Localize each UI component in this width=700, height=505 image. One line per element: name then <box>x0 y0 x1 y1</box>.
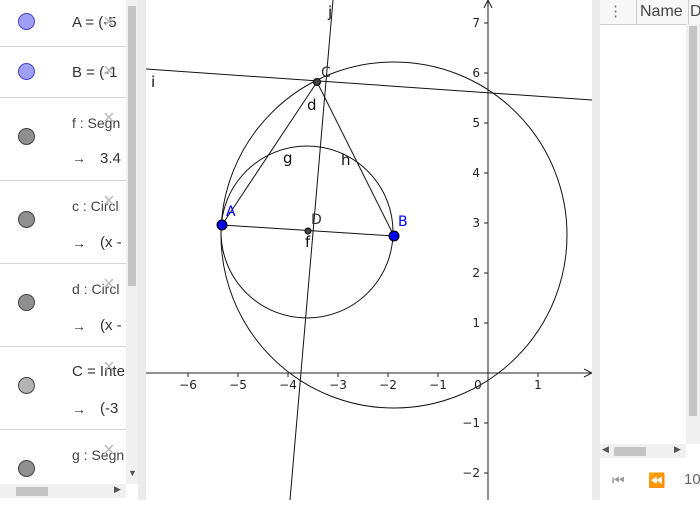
spreadsheet-header: ⋮ Name D <box>600 0 700 25</box>
x-tick-marks <box>187 373 539 377</box>
graphics-view[interactable]: −6 −5 −4 −3 −2 −1 0 1 7 6 5 4 3 2 1 −1 −… <box>145 0 594 501</box>
graphics-canvas[interactable]: −6 −5 −4 −3 −2 −1 0 1 7 6 5 4 3 2 1 −1 −… <box>145 0 594 501</box>
view-divider[interactable] <box>592 0 600 500</box>
label-h: h <box>341 151 351 169</box>
spreadsheet-view: ⋮ Name D ◀ ▶ ⏮ ⏪ 10 <box>600 0 700 500</box>
segment-h[interactable] <box>316 81 395 237</box>
visibility-toggle-icon[interactable] <box>18 377 35 394</box>
delete-icon[interactable]: × <box>103 274 115 294</box>
y-tick-label: 7 <box>472 16 480 30</box>
label-D: D <box>311 212 322 228</box>
y-tick-label: 3 <box>472 216 480 230</box>
visibility-toggle-icon[interactable] <box>18 211 35 228</box>
x-tick-label: −6 <box>179 378 197 392</box>
visibility-toggle-icon[interactable] <box>18 63 35 80</box>
algebra-horizontal-scrollbar[interactable]: ▶ <box>0 484 126 498</box>
scrollbar-thumb[interactable] <box>128 6 136 286</box>
y-tick-label: −1 <box>462 416 480 430</box>
line-i[interactable] <box>145 68 593 101</box>
arrow-icon: → <box>72 401 86 417</box>
x-tick-label: −4 <box>279 378 297 392</box>
scrollbar-thumb[interactable] <box>689 26 697 416</box>
visibility-toggle-icon[interactable] <box>18 460 35 477</box>
label-B: B <box>398 214 408 230</box>
delete-icon[interactable]: × <box>103 61 115 81</box>
scroll-right-icon[interactable]: ▶ <box>674 444 681 455</box>
scrollbar-thumb[interactable] <box>16 487 48 496</box>
spreadsheet-vertical-scrollbar[interactable] <box>686 24 700 444</box>
nav-step-value: 10 <box>684 471 700 488</box>
point-B[interactable] <box>388 230 400 242</box>
y-tick-marks <box>484 22 488 474</box>
scrollbar-thumb[interactable] <box>614 447 646 456</box>
algebra-definition[interactable]: g : Segn <box>72 447 124 463</box>
arrow-icon: → <box>72 150 86 166</box>
visibility-toggle-icon[interactable] <box>18 294 35 311</box>
algebra-value: (-3 <box>100 400 119 417</box>
label-d: d <box>307 96 317 114</box>
algebra-row-B[interactable]: B = (-1 × <box>0 47 126 98</box>
point-A[interactable] <box>216 219 228 231</box>
algebra-row-C[interactable]: C = Inte → (-3 × <box>0 347 126 430</box>
view-divider[interactable] <box>138 0 146 500</box>
algebra-row-f[interactable]: f : Segn → 3.4 × <box>0 98 126 181</box>
algebra-row-A[interactable]: A = (-5 × <box>0 0 126 47</box>
delete-icon[interactable]: × <box>103 191 115 211</box>
y-tick-label: 1 <box>472 316 480 330</box>
y-tick-label: −2 <box>462 466 480 480</box>
algebra-view: A = (-5 × B = (-1 × f : Segn → 3.4 × c :… <box>0 0 138 500</box>
scroll-left-icon[interactable]: ◀ <box>602 444 609 455</box>
nav-first-icon[interactable]: ⏮ <box>612 472 625 489</box>
column-header-name[interactable]: Name <box>640 3 683 21</box>
scroll-down-icon[interactable]: ▼ <box>128 468 137 478</box>
algebra-row-c[interactable]: c : Circl → (x - × <box>0 181 126 264</box>
label-A: A <box>226 204 236 220</box>
y-tick-label: 2 <box>472 266 480 280</box>
construction-navigation: ⏮ ⏪ 10 <box>600 462 700 500</box>
spreadsheet-horizontal-scrollbar[interactable]: ◀ ▶ <box>600 444 686 458</box>
algebra-value: (x - <box>100 234 122 251</box>
x-tick-label: −3 <box>329 378 347 392</box>
arrow-icon: → <box>72 318 86 334</box>
x-tick-label: −5 <box>229 378 247 392</box>
visibility-toggle-icon[interactable] <box>18 13 35 30</box>
algebra-row-g[interactable]: g : Segn × <box>0 430 126 484</box>
label-j: j <box>327 3 332 21</box>
menu-icon[interactable]: ⋮ <box>608 2 623 20</box>
label-C: C <box>321 65 331 81</box>
y-tick-label: 6 <box>472 66 480 80</box>
y-tick-label: 5 <box>472 116 480 130</box>
label-i: i <box>151 73 155 91</box>
scroll-right-icon[interactable]: ▶ <box>114 484 121 495</box>
label-f: f <box>305 233 311 251</box>
visibility-toggle-icon[interactable] <box>18 128 35 145</box>
y-tick-label: 4 <box>472 166 480 180</box>
delete-icon[interactable]: × <box>103 440 115 460</box>
column-header-next[interactable]: D <box>690 3 700 21</box>
x-tick-label: 1 <box>534 378 542 392</box>
algebra-value: (x - <box>100 317 122 334</box>
algebra-row-d[interactable]: d : Circl → (x - × <box>0 264 126 347</box>
delete-icon[interactable]: × <box>103 108 115 128</box>
delete-icon[interactable]: × <box>103 357 115 377</box>
segment-g[interactable] <box>221 81 318 226</box>
label-g: g <box>283 149 293 167</box>
x-tick-label: 0 <box>474 378 482 392</box>
point-C[interactable] <box>313 78 321 86</box>
x-tick-label: −1 <box>429 378 447 392</box>
algebra-value: 3.4 <box>100 150 121 167</box>
nav-prev-icon[interactable]: ⏪ <box>648 472 665 489</box>
x-tick-label: −2 <box>379 378 397 392</box>
arrow-icon: → <box>72 235 86 251</box>
algebra-vertical-scrollbar[interactable]: ▼ <box>126 0 138 484</box>
delete-icon[interactable]: × <box>103 12 115 32</box>
algebra-definition[interactable]: C = Inte <box>72 363 125 380</box>
